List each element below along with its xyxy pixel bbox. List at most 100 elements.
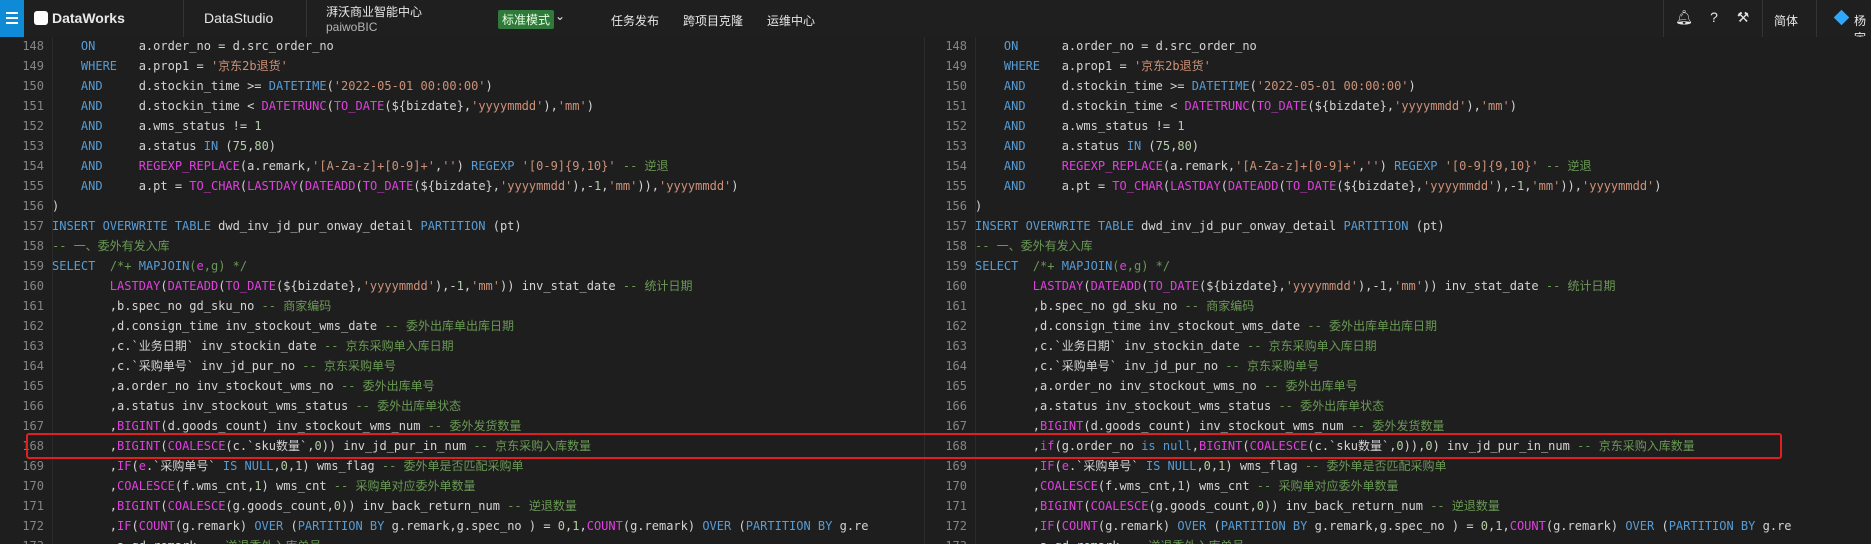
code-line[interactable]: 169 ,IF(e.`采购单号` IS NULL,0,1) wms_flag -… (0, 456, 924, 476)
nav-item-ops-center[interactable]: 运维中心 (767, 12, 815, 29)
code-line[interactable]: 164 ,c.`采购单号` inv_jd_pur_no -- 京东采购单号 (0, 356, 924, 376)
code-text: INSERT OVERWRITE TABLE dwd_inv_jd_pur_on… (975, 219, 1445, 233)
code-token: -- 委外发货数量 (1350, 419, 1445, 433)
language-switch[interactable]: 简体 (1774, 12, 1798, 29)
code-line[interactable]: 148 ON a.order_no = d.src_order_no (925, 37, 1871, 56)
code-token: REGEXP_REPLACE (1061, 159, 1163, 173)
code-line[interactable]: 159 SELECT /*+ MAPJOIN(e,g) */ (0, 256, 924, 276)
wrench-icon[interactable]: ⚒ (1734, 9, 1752, 27)
line-number: 173 (925, 536, 975, 544)
code-token: , (52, 419, 118, 433)
code-token: 1 (1177, 479, 1185, 493)
code-line[interactable]: 155 AND a.pt = TO_CHAR(LASTDAY(DATEADD(T… (0, 176, 924, 196)
code-line[interactable]: 170 ,COALESCE(f.wms_cnt,1) wms_cnt -- 采购… (0, 476, 924, 496)
code-line[interactable]: 165 ,a.order_no inv_stockout_wms_no -- 委… (925, 376, 1871, 396)
chevron-down-icon[interactable]: ⌄ (555, 9, 565, 23)
line-number: 170 (22, 479, 44, 493)
code-token: 'yyyymmdd' (1394, 99, 1467, 113)
code-line[interactable]: 166 ,a.status inv_stockout_wms_status --… (0, 396, 924, 416)
code-line[interactable]: 164 ,c.`采购单号` inv_jd_pur_no -- 京东采购单号 (925, 356, 1871, 376)
code-token: , (52, 499, 118, 513)
code-line[interactable]: 157 INSERT OVERWRITE TABLE dwd_inv_jd_pur… (0, 216, 924, 236)
code-token: , (1196, 459, 1204, 473)
product-name[interactable]: DataWorks (52, 10, 125, 26)
bell-icon[interactable]: 🔔︎ (1675, 9, 1693, 27)
code-line[interactable]: 152 AND a.wms_status != 1 (0, 116, 924, 136)
code-line[interactable]: 156) (0, 196, 924, 216)
code-line[interactable]: 172 ,IF(COUNT(g.remark) OVER (PARTITION … (0, 516, 924, 536)
code-line[interactable]: 163 ,c.`业务日期` inv_stockin_date -- 京东采购单入… (0, 336, 924, 356)
code-token: '京东2b退货' (210, 59, 288, 73)
code-token: WHERE (80, 59, 118, 73)
code-token: ( (131, 459, 139, 473)
code-line[interactable]: 171 ,BIGINT(COALESCE(g.goods_count,0)) i… (0, 496, 924, 516)
code-line[interactable]: 153 AND a.status IN (75,80) (0, 136, 924, 156)
line-number: 169 (22, 459, 44, 473)
code-line[interactable]: 154 AND REGEXP_REPLACE(a.remark,'[A-Za-z… (925, 156, 1871, 176)
code-line[interactable]: 162 ,d.consign_time inv_stockout_wms_dat… (925, 316, 1871, 336)
code-token: , (975, 519, 1041, 533)
code-line[interactable]: 153 AND a.status IN (75,80) (925, 136, 1871, 156)
line-number: 153 (945, 139, 967, 153)
code-line[interactable]: 158 -- 一、委外有发入库 (0, 236, 924, 256)
code-line[interactable]: 148 ON a.order_no = d.src_order_no (0, 37, 924, 56)
code-line[interactable]: 151 AND d.stockin_time < DATETRUNC(TO_DA… (925, 96, 1871, 116)
help-icon[interactable]: ? (1705, 9, 1723, 27)
code-token: (${bizdate}, (1307, 99, 1395, 113)
code-token: ,b.spec_no gd_sku_no (975, 299, 1185, 313)
code-line[interactable]: 150 AND d.stockin_time >= DATETIME('2022… (0, 76, 924, 96)
code-line[interactable]: 173 ,a.gd_remark -- 逆退委外入库单号 (925, 536, 1871, 544)
code-line[interactable]: 160 LASTDAY(DATEADD(TO_DATE(${bizdate},'… (925, 276, 1871, 296)
module-name[interactable]: DataStudio (204, 10, 273, 26)
code-token: a.status (102, 139, 204, 153)
code-line[interactable]: 166 ,a.status inv_stockout_wms_status --… (925, 396, 1871, 416)
code-line[interactable]: 157 INSERT OVERWRITE TABLE dwd_inv_jd_pur… (925, 216, 1871, 236)
code-token: COUNT (1509, 519, 1546, 533)
code-token: -- 统计日期 (622, 279, 693, 293)
left-code-editor[interactable]: 148 ON a.order_no = d.src_order_no 149 WH… (0, 37, 924, 544)
code-line[interactable]: 149 WHERE a.prop1 = '京东2b退货' (0, 56, 924, 76)
code-line[interactable]: 165 ,a.order_no inv_stockout_wms_no -- 委… (0, 376, 924, 396)
code-line[interactable]: 172 ,IF(COUNT(g.remark) OVER (PARTITION … (925, 516, 1871, 536)
nav-item-task-publish[interactable]: 任务发布 (611, 12, 659, 29)
workspace-name[interactable]: 湃沃商业智能中心 (326, 3, 422, 20)
code-token: -- 逆退数量 (507, 499, 577, 513)
code-token: -- 委外出库单状态 (355, 399, 462, 413)
code-token: '2022-05-01 00:00:00' (333, 79, 486, 93)
code-token: AND (1003, 179, 1026, 193)
code-line[interactable]: 154 AND REGEXP_REPLACE(a.remark,'[A-Za-z… (0, 156, 924, 176)
code-token: ( (1249, 79, 1257, 93)
code-line[interactable]: 155 AND a.pt = TO_CHAR(LASTDAY(DATEADD(T… (925, 176, 1871, 196)
code-line[interactable]: 152 AND a.wms_status != 1 (925, 116, 1871, 136)
code-line[interactable]: 173 ,a.gd_remark -- 逆退委外入库单号 (0, 536, 924, 544)
code-line[interactable]: 161 ,b.spec_no gd_sku_no -- 商家编码 (925, 296, 1871, 316)
code-line[interactable]: 159 SELECT /*+ MAPJOIN(e,g) */ (925, 256, 1871, 276)
code-line[interactable]: 158 -- 一、委外有发入库 (925, 236, 1871, 256)
right-code-editor[interactable]: 148 ON a.order_no = d.src_order_no 149 WH… (925, 37, 1871, 544)
code-line[interactable]: 151 AND d.stockin_time < DATETRUNC(TO_DA… (0, 96, 924, 116)
nav-item-cross-project-clone[interactable]: 跨项目克隆 (683, 12, 743, 29)
code-line[interactable]: 163 ,c.`业务日期` inv_stockin_date -- 京东采购单入… (925, 336, 1871, 356)
code-line[interactable]: 150 AND d.stockin_time >= DATETIME('2022… (925, 76, 1871, 96)
code-line[interactable]: 169 ,IF(e.`采购单号` IS NULL,0,1) wms_flag -… (925, 456, 1871, 476)
line-number: 149 (945, 59, 967, 73)
code-line[interactable]: 171 ,BIGINT(COALESCE(g.goods_count,0)) i… (925, 496, 1871, 516)
code-line[interactable]: 156) (925, 196, 1871, 216)
code-line[interactable]: 170 ,COALESCE(f.wms_cnt,1) wms_cnt -- 采购… (925, 476, 1871, 496)
code-token: '[0-9]{9,10}' (1444, 159, 1539, 173)
code-line[interactable]: 162 ,d.consign_time inv_stockout_wms_dat… (0, 316, 924, 336)
code-token: '2022-05-01 00:00:00' (1256, 79, 1409, 93)
code-token: BIGINT (1040, 499, 1084, 513)
code-text: ,c.`采购单号` inv_jd_pur_no -- 京东采购单号 (975, 359, 1319, 373)
code-line[interactable]: 160 LASTDAY(DATEADD(TO_DATE(${bizdate},'… (0, 276, 924, 296)
code-line[interactable]: 149 WHERE a.prop1 = '京东2b退货' (925, 56, 1871, 76)
code-token: a.prop1 = (1040, 59, 1134, 73)
code-token: ,a.status inv_stockout_wms_status (52, 399, 356, 413)
menu-icon[interactable] (0, 0, 24, 37)
code-text: ,a.gd_remark -- 逆退委外入库单号 (975, 539, 1245, 544)
mode-badge[interactable]: 标准模式 (498, 10, 555, 29)
code-line[interactable]: 161 ,b.spec_no gd_sku_no -- 商家编码 (0, 296, 924, 316)
